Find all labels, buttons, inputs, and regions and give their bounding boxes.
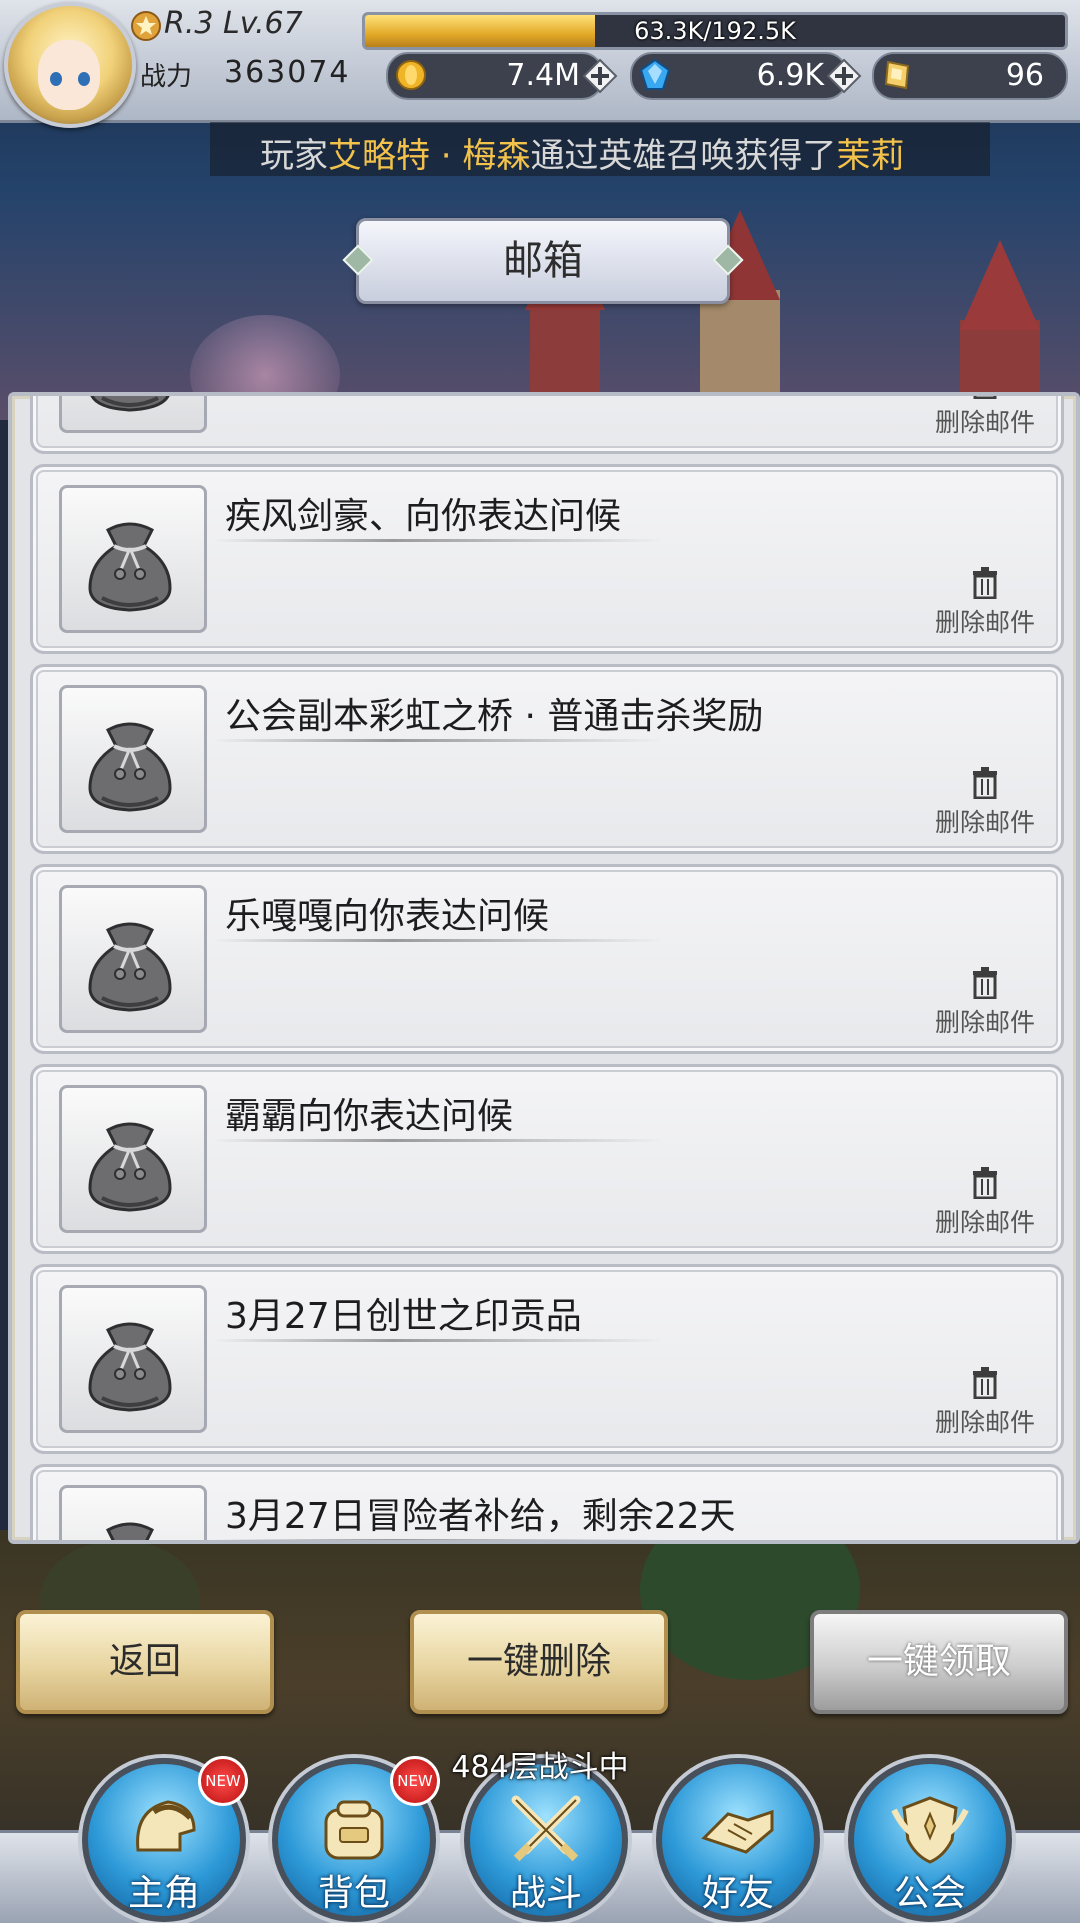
- trash-icon: [973, 396, 997, 399]
- delete-mail-button[interactable]: 删除邮件: [925, 396, 1045, 437]
- ticket-counter: 96: [872, 52, 1068, 100]
- page-title: 邮箱: [503, 238, 583, 284]
- delete-mail-label: 删除邮件: [934, 1008, 1035, 1037]
- mail-subject: 乐嘎嘎向你表达问候: [225, 896, 550, 937]
- ticket-value: 96: [1005, 58, 1044, 93]
- mail-attachment-thumbnail: [59, 685, 207, 833]
- mail-attachment-thumbnail: [59, 1285, 207, 1433]
- nav-hero-label: 主角: [127, 1873, 200, 1914]
- blue-gem-icon: [639, 58, 671, 90]
- helmet-icon: [136, 1800, 196, 1852]
- new-badge: NEW: [198, 1756, 248, 1806]
- ticker-reward: 茉莉: [836, 136, 905, 176]
- reward-pouch-icon: [106, 1522, 154, 1540]
- guild-crest-icon: [891, 1796, 969, 1864]
- back-button[interactable]: 返回: [16, 1610, 274, 1714]
- ticker-prefix: 玩家: [260, 136, 328, 176]
- battle-status: 484层战斗中: [451, 1750, 629, 1785]
- trash-icon: [973, 1167, 997, 1199]
- mail-subject: 3月27日创世之印贡品: [225, 1296, 582, 1337]
- delete-mail-label: 删除邮件: [934, 608, 1035, 637]
- mailbox-title-plaque: 邮箱: [342, 218, 744, 304]
- mail-attachment-thumbnail: [59, 1085, 207, 1233]
- mail-item[interactable]: 3月27日创世之印贡品 删除邮件: [30, 1264, 1064, 1454]
- claim-all-button[interactable]: 一键领取: [810, 1610, 1068, 1714]
- nav-backpack-label: 背包: [317, 1873, 390, 1914]
- mail-divider: [213, 1539, 663, 1540]
- add-gold-button[interactable]: [582, 58, 618, 94]
- reward-pouch-icon: [88, 522, 172, 612]
- mail-item[interactable]: 删除邮件: [30, 396, 1064, 454]
- trash-icon: [973, 967, 997, 999]
- delete-mail-label: 删除邮件: [934, 1408, 1035, 1437]
- reward-pouch-icon: [88, 1322, 172, 1412]
- mail-item[interactable]: 乐嘎嘎向你表达问候 删除邮件: [30, 864, 1064, 1054]
- power-value: 363074: [224, 55, 351, 90]
- nav-guild-label: 公会: [893, 1873, 966, 1914]
- gem-counter: 6.9K: [630, 52, 848, 100]
- mail-attachment-thumbnail: [59, 885, 207, 1033]
- player-level: R.3 Lv.67: [164, 6, 303, 41]
- delete-mail-button[interactable]: 删除邮件: [925, 767, 1045, 837]
- mail-divider: [213, 1339, 663, 1342]
- mail-list-panel[interactable]: 删除邮件 疾风剑豪、向你表达问候 删除邮件 公会副本彩虹之桥 · 普通击杀奖励 …: [8, 392, 1080, 1544]
- experience-text: 63.3K/192.5K: [634, 17, 796, 45]
- ticker-message: 通过英雄召唤获得了: [530, 136, 837, 176]
- delete-mail-button[interactable]: 删除邮件: [925, 1167, 1045, 1237]
- mail-attachment-thumbnail: [59, 485, 207, 633]
- delete-mail-button[interactable]: 删除邮件: [925, 1367, 1045, 1437]
- reward-pouch-icon: [88, 1122, 172, 1212]
- mail-attachment-thumbnail: [59, 1485, 207, 1540]
- nav-battle-label: 战斗: [509, 1873, 582, 1914]
- experience-bar: 63.3K/192.5K: [362, 12, 1068, 50]
- delete-mail-label: 删除邮件: [934, 408, 1035, 437]
- avatar-eye: [78, 72, 90, 86]
- mail-divider: [213, 1139, 663, 1142]
- reward-pouch-icon: [88, 922, 172, 1012]
- mail-subject: 公会副本彩虹之桥 · 普通击杀奖励: [225, 696, 764, 737]
- mail-item[interactable]: 霸霸向你表达问候 删除邮件: [30, 1064, 1064, 1254]
- mail-item[interactable]: 公会副本彩虹之桥 · 普通击杀奖励 删除邮件: [30, 664, 1064, 854]
- news-ticker: 玩家艾略特 · 梅森通过英雄召唤获得了茉莉: [210, 122, 990, 176]
- mail-divider: [213, 539, 663, 542]
- ticker-player-name: 艾略特 · 梅森: [328, 136, 531, 176]
- delete-mail-button[interactable]: 删除邮件: [925, 567, 1045, 637]
- power-label: 战力: [140, 62, 193, 92]
- castle-roof: [960, 240, 1040, 330]
- delete-mail-label: 删除邮件: [934, 1208, 1035, 1237]
- mail-subject: 疾风剑豪、向你表达问候: [225, 496, 622, 537]
- nav-friends-label: 好友: [701, 1873, 774, 1914]
- trash-icon: [973, 767, 997, 799]
- mail-divider: [213, 739, 663, 742]
- delete-mail-button[interactable]: 删除邮件: [925, 967, 1045, 1037]
- backpack-icon: [324, 1800, 384, 1860]
- ticker-text: 玩家艾略特 · 梅森通过英雄召唤获得了茉莉: [260, 128, 904, 176]
- mail-divider: [213, 939, 663, 942]
- rank-crown-icon: [131, 11, 161, 41]
- mail-item[interactable]: 3月27日冒险者补给，剩余22天 删除邮件: [30, 1464, 1064, 1540]
- gold-counter: 7.4M: [386, 52, 604, 100]
- gold-coin-icon: [396, 60, 426, 90]
- trash-icon: [973, 1367, 997, 1399]
- gold-value: 7.4M: [506, 58, 580, 93]
- mail-item[interactable]: 疾风剑豪、向你表达问候 删除邮件: [30, 464, 1064, 654]
- mail-subject: 3月27日冒险者补给，剩余22天: [225, 1496, 736, 1537]
- handshake-icon: [701, 1809, 774, 1854]
- reward-pouch-icon: [90, 396, 170, 412]
- mail-subject: 霸霸向你表达问候: [225, 1096, 514, 1137]
- gem-value: 6.9K: [756, 58, 824, 93]
- player-avatar[interactable]: [4, 2, 136, 128]
- delete-all-button[interactable]: 一键删除: [410, 1610, 668, 1714]
- avatar-face: [38, 40, 100, 110]
- trash-icon: [973, 567, 997, 599]
- new-badge: NEW: [390, 1756, 440, 1806]
- reward-pouch-icon: [88, 722, 172, 812]
- delete-mail-label: 删除邮件: [934, 808, 1035, 837]
- add-gems-button[interactable]: [826, 58, 862, 94]
- mail-attachment-thumbnail: [59, 396, 207, 433]
- crossed-swords-icon: [511, 1795, 581, 1862]
- avatar-eye: [50, 72, 62, 86]
- summon-ticket-icon: [884, 60, 910, 90]
